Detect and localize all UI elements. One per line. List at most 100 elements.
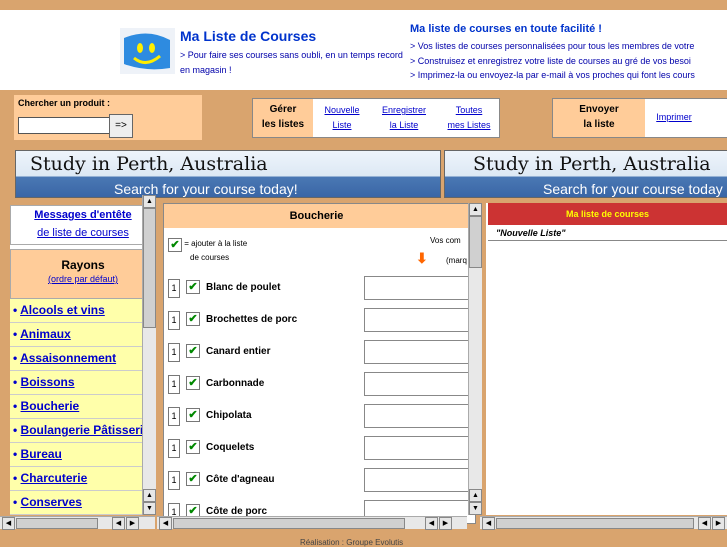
comment-input[interactable]: [364, 340, 476, 364]
all-lists-link[interactable]: Toutes mes Listes: [441, 103, 497, 133]
category-item[interactable]: • Boulangerie Pâtisserie: [10, 419, 156, 443]
header-messages-link[interactable]: Messages d'entête de liste de courses: [10, 205, 156, 245]
print-link[interactable]: Imprimer: [653, 110, 695, 125]
add-checkbox[interactable]: ✔: [186, 440, 200, 454]
product-row: 1 ✔ Canard entier: [168, 340, 476, 364]
category-link[interactable]: Alcools et vins: [20, 303, 105, 317]
scroll-left-icon[interactable]: ◀: [698, 517, 711, 530]
category-link[interactable]: Boulangerie Pâtisserie: [21, 423, 150, 437]
scroll-down-icon[interactable]: ▼: [143, 502, 156, 515]
category-item[interactable]: • Alcools et vins: [10, 299, 156, 323]
category-item[interactable]: • Conserves: [10, 491, 156, 515]
scroll-right-icon[interactable]: ▶: [712, 517, 725, 530]
category-item[interactable]: • Boissons: [10, 371, 156, 395]
brand-title: Ma Liste de Courses: [180, 28, 317, 44]
category-item[interactable]: • Animaux: [10, 323, 156, 347]
sidebar-horizontal-scrollbar[interactable]: ◀ ◀ ▶: [0, 516, 155, 530]
scroll-down-icon[interactable]: ▼: [469, 502, 482, 515]
comment-input[interactable]: [364, 404, 476, 428]
rayons-header: Rayons (ordre par défaut): [10, 249, 156, 299]
add-checkbox[interactable]: ✔: [186, 472, 200, 486]
header-messages-line[interactable]: Messages d'entête: [11, 206, 155, 224]
rayons-title: Rayons: [61, 258, 105, 272]
product-name: Brochettes de porc: [206, 314, 298, 325]
new-list-link-line[interactable]: Nouvelle: [324, 105, 359, 115]
comment-input[interactable]: [364, 468, 476, 492]
quantity-field[interactable]: 1: [168, 439, 180, 458]
save-list-link[interactable]: Enregistrer la Liste: [373, 103, 435, 133]
promo-line: > Vos listes de courses personnalisées p…: [410, 41, 695, 51]
scroll-left-icon[interactable]: ◀: [425, 517, 438, 530]
category-item[interactable]: • Charcuterie: [10, 467, 156, 491]
comment-input[interactable]: [364, 436, 476, 460]
comment-input[interactable]: [364, 372, 476, 396]
scroll-thumb[interactable]: [16, 518, 98, 529]
category-link[interactable]: Conserves: [21, 495, 82, 509]
scroll-left-icon[interactable]: ◀: [482, 517, 495, 530]
category-link[interactable]: Animaux: [20, 327, 71, 341]
quantity-field[interactable]: 1: [168, 279, 180, 298]
ad-banner-title: Study in Perth, Australia: [473, 153, 711, 175]
add-checkbox[interactable]: ✔: [186, 280, 200, 294]
scroll-left-icon[interactable]: ◀: [159, 517, 172, 530]
all-lists-link-line[interactable]: Toutes: [456, 105, 483, 115]
shopping-list-title: Ma liste de courses: [488, 203, 727, 225]
category-link[interactable]: Bureau: [21, 447, 62, 461]
new-list-link[interactable]: Nouvelle Liste: [317, 103, 367, 133]
all-lists-link-line[interactable]: mes Listes: [447, 120, 490, 130]
scroll-right-icon[interactable]: ▶: [126, 517, 139, 530]
category-link[interactable]: Assaisonnement: [20, 351, 116, 365]
quantity-field[interactable]: 1: [168, 343, 180, 362]
scroll-thumb[interactable]: [496, 518, 694, 529]
ad-banner[interactable]: Study in Perth, Australia Search for you…: [444, 150, 727, 198]
print-link-label[interactable]: Imprimer: [656, 112, 692, 122]
product-row: 1 ✔ Coquelets: [168, 436, 476, 460]
category-link[interactable]: Boucherie: [21, 399, 80, 413]
comment-input[interactable]: [364, 308, 476, 332]
ad-banner[interactable]: Study in Perth, Australia Search for you…: [15, 150, 441, 198]
manage-lists-toolbar: Gérer les listes Nouvelle Liste Enregist…: [252, 98, 500, 138]
search-submit-button[interactable]: =>: [109, 114, 133, 138]
category-item[interactable]: • Bureau: [10, 443, 156, 467]
scroll-left-icon[interactable]: ◀: [2, 517, 15, 530]
quantity-field[interactable]: 1: [168, 407, 180, 426]
bullet-icon: •: [13, 423, 21, 437]
add-checkbox[interactable]: ✔: [186, 376, 200, 390]
scroll-thumb[interactable]: [143, 208, 156, 328]
scroll-up-icon[interactable]: ▲: [143, 489, 156, 502]
add-checkbox[interactable]: ✔: [186, 408, 200, 422]
category-link[interactable]: Charcuterie: [21, 471, 88, 485]
save-list-link-line[interactable]: la Liste: [390, 120, 419, 130]
scroll-up-icon[interactable]: ▲: [469, 489, 482, 502]
search-input[interactable]: [18, 117, 110, 134]
category-link[interactable]: Boissons: [21, 375, 75, 389]
product-horizontal-scrollbar[interactable]: ◀ ◀ ▶: [157, 516, 467, 530]
sidebar-vertical-scrollbar[interactable]: ▲ ▲ ▼: [142, 195, 156, 515]
list-horizontal-scrollbar[interactable]: ◀ ◀ ▶: [480, 516, 727, 530]
send-list-label: Envoyer la liste: [553, 99, 645, 137]
scroll-right-icon[interactable]: ▶: [439, 517, 452, 530]
quantity-field[interactable]: 1: [168, 471, 180, 490]
header-messages-line[interactable]: de liste de courses: [11, 224, 155, 242]
category-item[interactable]: • Assaisonnement: [10, 347, 156, 371]
scroll-up-icon[interactable]: ▲: [143, 195, 156, 208]
category-item[interactable]: • Boucherie: [10, 395, 156, 419]
legend-text: de courses: [190, 253, 230, 262]
comment-input[interactable]: [364, 276, 476, 300]
scroll-thumb[interactable]: [469, 216, 482, 268]
default-order-link[interactable]: (ordre par défaut): [11, 274, 155, 284]
bullet-icon: •: [13, 375, 21, 389]
scroll-left-icon[interactable]: ◀: [112, 517, 125, 530]
scroll-thumb[interactable]: [173, 518, 405, 529]
product-row: 1 ✔ Chipolata: [168, 404, 476, 428]
shopping-list-panel: Ma liste de courses "Nouvelle Liste": [486, 203, 727, 515]
add-checkbox[interactable]: ✔: [186, 312, 200, 326]
checkbox-icon: ✔: [168, 238, 182, 252]
new-list-link-line[interactable]: Liste: [332, 120, 351, 130]
add-checkbox[interactable]: ✔: [186, 344, 200, 358]
save-list-link-line[interactable]: Enregistrer: [382, 105, 426, 115]
product-vertical-scrollbar[interactable]: ▲ ▲ ▼: [468, 203, 482, 515]
quantity-field[interactable]: 1: [168, 311, 180, 330]
scroll-up-icon[interactable]: ▲: [469, 203, 482, 216]
quantity-field[interactable]: 1: [168, 375, 180, 394]
